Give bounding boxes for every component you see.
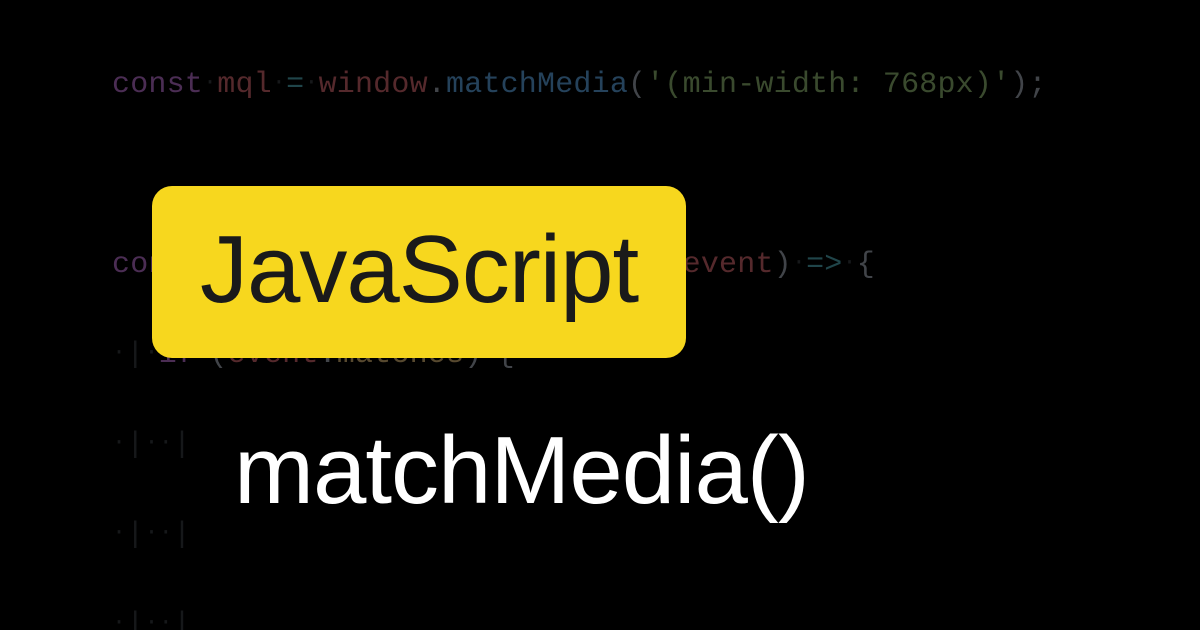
language-badge: JavaScript [152,186,686,358]
thumbnail-card: { "badge": { "label": "JavaScript" }, "t… [0,0,1200,630]
code-blank: ·|··| [112,603,1156,630]
api-title: matchMedia() [234,416,809,526]
code-line-1: const·mql·=·window.matchMedia('(min-widt… [112,63,1156,108]
